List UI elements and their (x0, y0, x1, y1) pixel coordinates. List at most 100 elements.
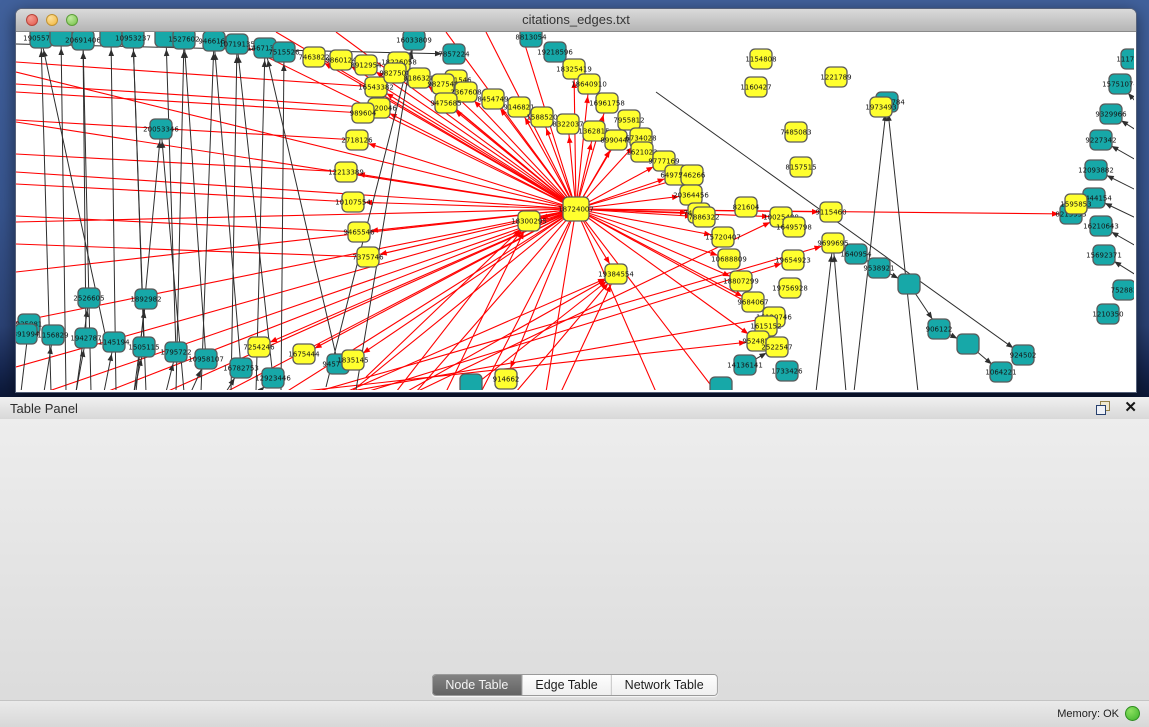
graph-node[interactable]: 20053346 (143, 119, 179, 139)
memory-indicator-icon[interactable] (1125, 706, 1140, 721)
graph-node[interactable]: 1733426 (771, 361, 803, 381)
graph-edge[interactable] (446, 221, 529, 390)
graph-node[interactable]: 1154808 (745, 49, 776, 69)
graph-node[interactable]: 1210350 (1092, 304, 1123, 324)
graph-node[interactable]: 19654923 (775, 250, 811, 270)
graph-edge[interactable] (346, 172, 576, 209)
graph-edge[interactable] (833, 243, 846, 390)
graph-edge[interactable] (351, 209, 576, 390)
graph-node[interactable]: 1892982 (130, 289, 161, 309)
graph-edge[interactable] (237, 44, 273, 378)
graph-node[interactable] (710, 377, 732, 390)
graph-node[interactable]: 1117304 (1116, 49, 1134, 69)
graph-node[interactable]: 9227342 (1085, 130, 1116, 150)
graph-node[interactable]: 9538921 (863, 258, 894, 278)
graph-edge[interactable] (176, 39, 184, 390)
graph-node[interactable]: 7955812 (613, 110, 644, 130)
graph-edge[interactable] (816, 243, 833, 390)
graph-node[interactable]: 7515526 (268, 42, 300, 62)
graph-edge[interactable] (576, 209, 716, 390)
graph-node[interactable]: 7886322 (688, 207, 719, 227)
graph-node[interactable]: 18807299 (723, 271, 759, 291)
graph-node[interactable]: 16782753 (223, 358, 259, 378)
window-minimize-button[interactable] (46, 14, 58, 26)
graph-window[interactable]: citations_edges.txt 19055724206914061095… (15, 8, 1137, 393)
graph-node[interactable]: 12213389 (328, 162, 364, 182)
network-canvas[interactable]: 1905572420691406109532371527602946616010… (16, 32, 1134, 390)
graph-node[interactable]: 906122 (926, 319, 953, 339)
graph-node[interactable]: 20364456 (673, 185, 709, 205)
graph-node[interactable]: 391994 (16, 324, 40, 344)
graph-node[interactable]: 19756928 (772, 278, 808, 298)
graph-node[interactable]: 9465546 (343, 222, 375, 242)
graph-node-label: 1210350 (1092, 311, 1123, 319)
tab-network-table[interactable]: Network Table (612, 675, 717, 695)
graph-edge[interactable] (265, 48, 338, 364)
graph-node[interactable]: 12923446 (255, 368, 291, 388)
graph-node[interactable] (460, 374, 482, 390)
graph-node[interactable]: 8813054 (515, 32, 547, 47)
graph-node[interactable]: 1835145 (337, 350, 368, 370)
graph-node[interactable]: 914662 (493, 369, 520, 389)
window-close-button[interactable] (26, 14, 38, 26)
graph-node[interactable]: 989604 (350, 103, 377, 123)
graph-node[interactable]: 7485083 (780, 122, 811, 142)
graph-node[interactable]: 10688809 (711, 249, 747, 269)
graph-node[interactable] (898, 274, 920, 294)
graph-node[interactable]: 1145194 (98, 332, 130, 352)
graph-edge[interactable] (16, 244, 368, 257)
graph-node[interactable]: 1795722 (160, 342, 191, 362)
tab-node-table[interactable]: Node Table (432, 675, 522, 695)
graph-edge[interactable] (516, 274, 616, 390)
float-panel-icon[interactable] (1095, 400, 1110, 415)
graph-edge[interactable] (201, 41, 214, 390)
close-panel-icon[interactable]: ✕ (1124, 400, 1137, 415)
graph-node[interactable]: 10958107 (188, 349, 224, 369)
graph-edge[interactable] (561, 274, 616, 390)
graph-node[interactable]: 821604 (733, 197, 760, 217)
graph-node[interactable]: 1156829 (37, 325, 68, 345)
graph-node[interactable]: 18724007 (558, 197, 594, 221)
window-titlebar[interactable]: citations_edges.txt (16, 9, 1136, 32)
graph-node[interactable]: 9115460 (815, 202, 846, 222)
graph-node[interactable]: 1221789 (820, 67, 851, 87)
graph-edge[interactable] (166, 37, 176, 352)
graph-node[interactable]: 1160427 (740, 77, 771, 97)
graph-node-label: 19384554 (598, 271, 634, 279)
graph-node[interactable]: 1942787 (70, 328, 101, 348)
graph-node[interactable]: 1527602 (168, 32, 199, 49)
graph-edge[interactable] (887, 102, 918, 390)
graph-edge[interactable] (226, 209, 576, 390)
graph-edge[interactable] (576, 209, 656, 390)
graph-node[interactable]: 16033809 (396, 32, 432, 50)
graph-node[interactable]: 1675444 (288, 344, 320, 364)
graph-edge[interactable] (16, 172, 576, 209)
graph-node[interactable]: 746266 (679, 165, 706, 185)
graph-node[interactable]: 1505115 (128, 337, 159, 357)
graph-node[interactable]: 2718126 (341, 130, 373, 150)
graph-node[interactable]: 8157515 (785, 157, 816, 177)
graph-node[interactable]: 2526605 (73, 288, 104, 308)
graph-edge[interactable] (184, 39, 206, 359)
graph-node[interactable]: 16961758 (589, 93, 625, 113)
graph-node[interactable]: 7857224 (438, 44, 470, 64)
graph-node[interactable]: 1064221 (985, 362, 1016, 382)
graph-node[interactable]: 1973493 (865, 97, 896, 117)
tab-edge-table[interactable]: Edge Table (522, 675, 611, 695)
graph-node[interactable]: 8912954 (350, 55, 382, 75)
graph-node[interactable]: 924502 (1010, 345, 1037, 365)
graph-edge[interactable] (376, 87, 576, 209)
graph-edge[interactable] (214, 41, 241, 368)
graph-edge[interactable] (16, 184, 353, 202)
graph-node[interactable]: 9475685 (430, 93, 461, 113)
graph-node[interactable]: 2522547 (761, 337, 792, 357)
graph-edge[interactable] (16, 84, 379, 108)
graph-node[interactable]: 1595853 (1060, 194, 1091, 214)
graph-node[interactable]: 15751074 (1102, 74, 1134, 94)
window-zoom-button[interactable] (66, 14, 78, 26)
graph-edge[interactable] (296, 341, 758, 390)
graph-node[interactable]: 15720407 (705, 227, 741, 247)
graph-node[interactable]: 752883 (1111, 280, 1134, 300)
graph-node[interactable] (957, 334, 979, 354)
graph-node[interactable]: 9699695 (817, 233, 848, 253)
